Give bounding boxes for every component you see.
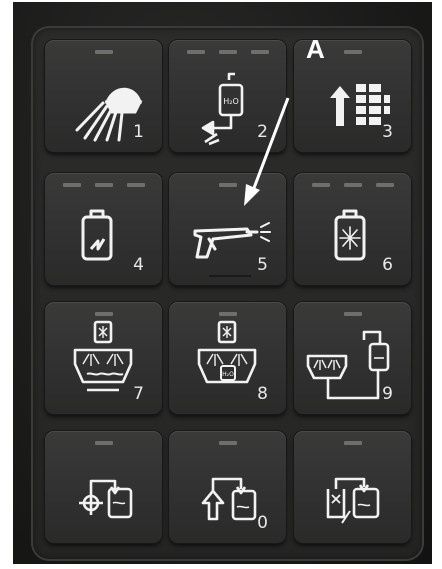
hopper-spray-water-icon: H₂O (197, 320, 257, 384)
keypad-panel: 1 H₂O 2 3 4 5 6 7 H₂O 8 9 0 (31, 26, 424, 561)
tank-level-icon (81, 209, 113, 261)
key-1-work-light[interactable]: 1 (45, 40, 162, 152)
key-number: 2 (257, 122, 268, 142)
key-number: 0 (257, 513, 268, 533)
key-number: 7 (133, 384, 144, 404)
hopper-spray-icon (73, 320, 133, 392)
tank-label: H₂O (223, 97, 239, 106)
key-6-tank-lamp[interactable]: 6 (294, 173, 411, 285)
work-light-icon (75, 87, 143, 142)
key-number: 5 (257, 255, 268, 275)
key-number: 3 (382, 122, 393, 142)
key-0-fill-up-tank[interactable]: 0 (169, 431, 286, 543)
key-9-hopper-drain[interactable]: 9 (294, 302, 411, 414)
key-2-water-drain[interactable]: H₂O 2 (169, 40, 286, 152)
key-number: 4 (133, 255, 144, 275)
pressure-washer-gun-icon (193, 222, 271, 277)
key-5-pressure-washer[interactable]: 5 (169, 173, 286, 285)
key-recirculate-tank[interactable] (294, 431, 411, 543)
tank-lamp-icon (334, 209, 366, 261)
callout-label: A (306, 34, 325, 64)
water-tank-drain-icon: H₂O (201, 72, 244, 146)
hopper-drain-to-tank-icon (306, 330, 390, 400)
key-number: 9 (382, 384, 393, 404)
key-8-hopper-spray-water[interactable]: H₂O 8 (169, 302, 286, 414)
key-number: 1 (133, 122, 144, 142)
fill-up-tank-icon (201, 477, 257, 521)
keypad-photo: 1 H₂O 2 3 4 5 6 7 H₂O 8 9 0 (13, 2, 432, 564)
key-fill-target-tank[interactable] (45, 431, 162, 543)
recirculate-tank-icon (326, 477, 380, 524)
key-number: 6 (382, 255, 393, 275)
key-number: 8 (257, 384, 268, 404)
fill-target-tank-icon (79, 479, 133, 519)
key-7-hopper-spray[interactable]: 7 (45, 302, 162, 414)
tank-label: H₂O (222, 371, 234, 378)
key-4-tank-level[interactable]: 4 (45, 173, 162, 285)
